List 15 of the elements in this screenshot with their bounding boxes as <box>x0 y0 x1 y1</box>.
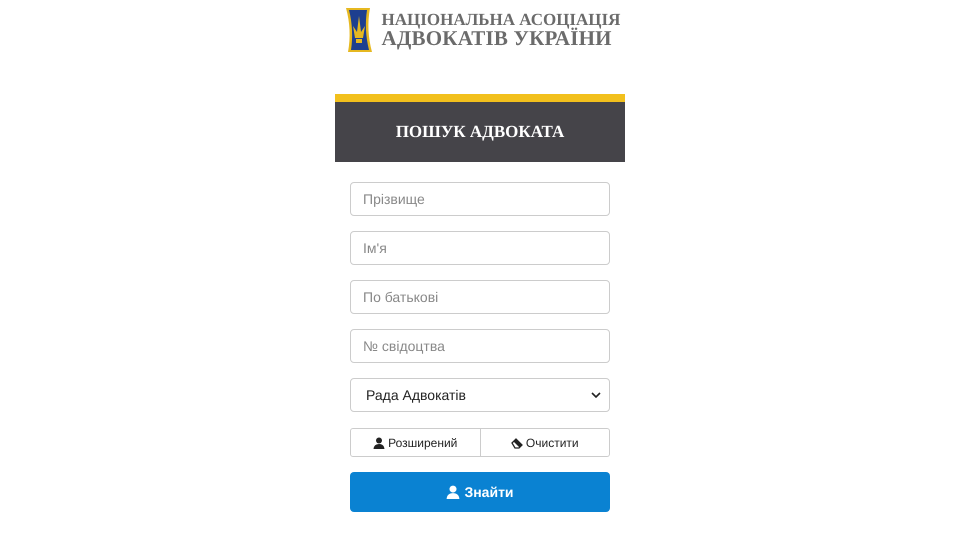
search-button[interactable]: Знайти <box>350 472 610 512</box>
input-field[interactable]: По батькові <box>350 280 610 314</box>
input-field[interactable]: Прізвище <box>350 182 610 216</box>
logo-subtitle: АДВОКАТІВ УКРАЇНИ <box>382 28 612 49</box>
advanced-button[interactable]: Розширений <box>350 428 480 457</box>
logo-title: НАЦІОНАЛЬНА АСОЦІАЦІЯ <box>382 11 620 28</box>
person-icon <box>373 436 386 448</box>
clear-button[interactable]: Очистити <box>480 428 610 457</box>
select-field[interactable]: Рада Адвокатів <box>350 378 610 412</box>
person-icon <box>446 485 460 499</box>
input-field[interactable]: Ім'я <box>350 231 610 265</box>
chevron-icon <box>591 392 601 398</box>
eraser-icon <box>510 436 523 448</box>
panel-title: ПОШУК АДВОКАТА <box>396 122 564 142</box>
input-field[interactable]: № свідоцтва <box>350 329 610 363</box>
